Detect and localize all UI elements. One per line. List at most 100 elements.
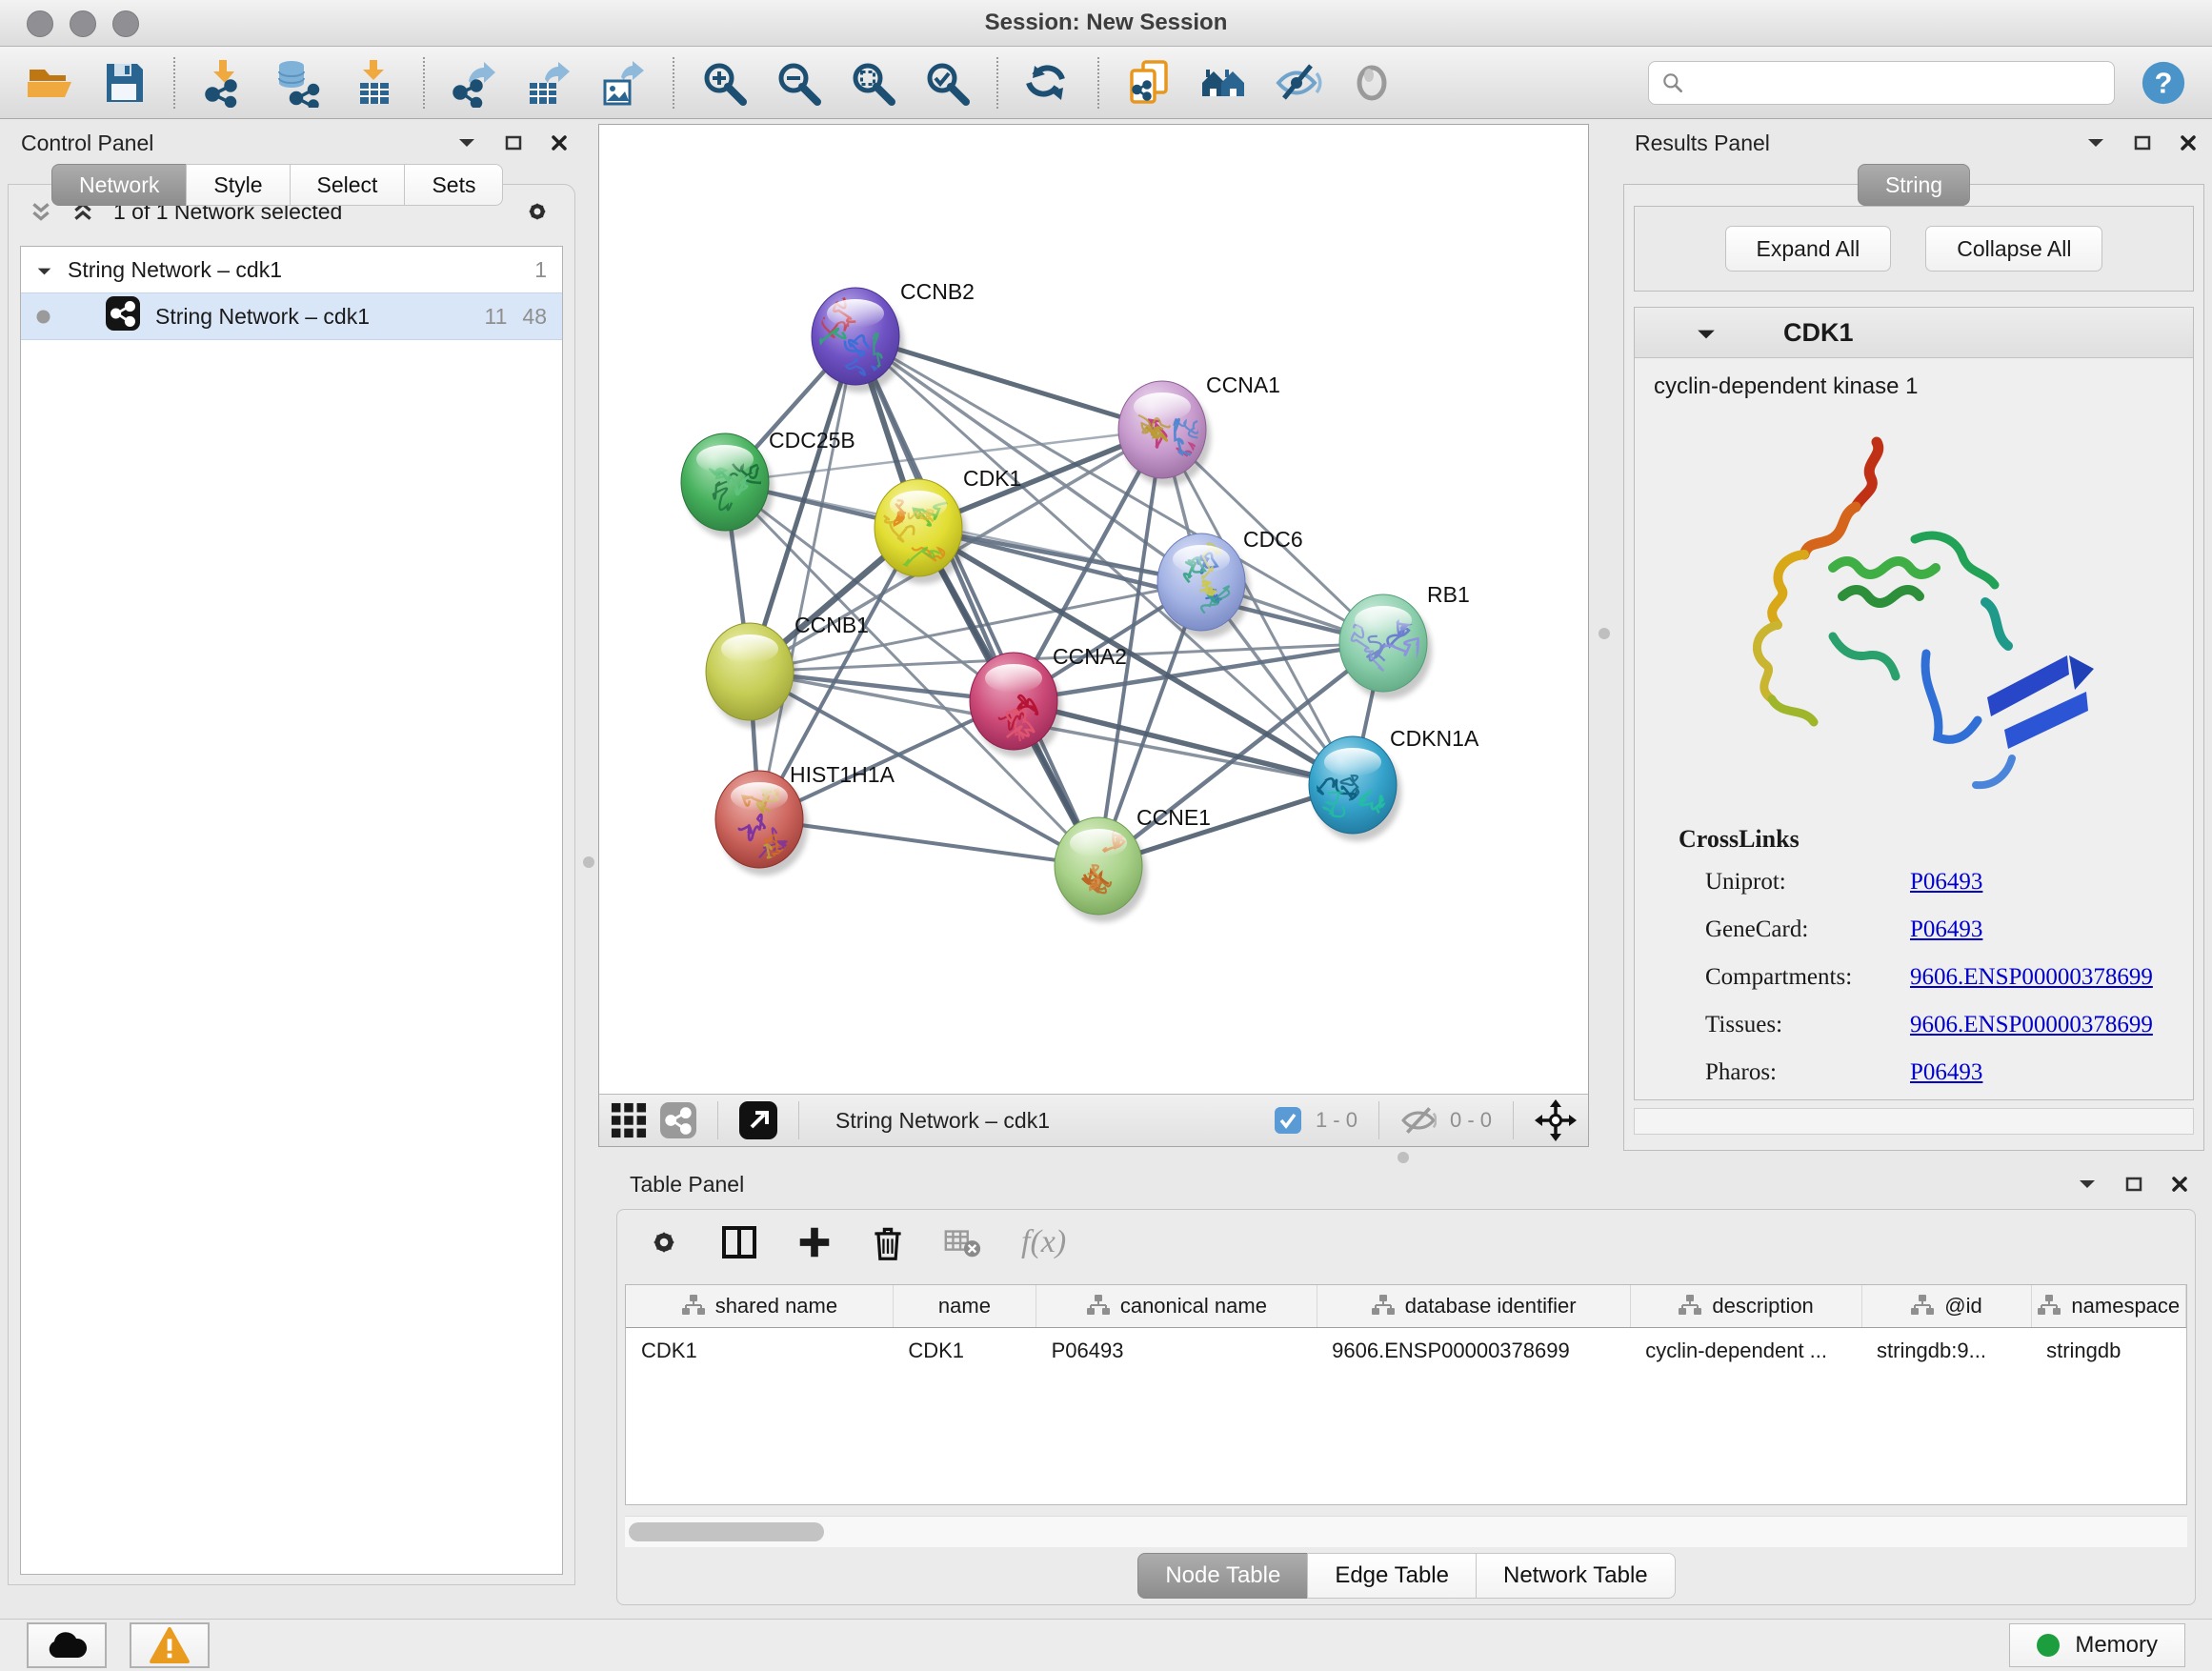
table-scrollbar-thumb[interactable] xyxy=(629,1522,824,1541)
export-table-icon[interactable] xyxy=(524,58,573,108)
hidden-eye-slash-icon[interactable] xyxy=(1400,1105,1437,1136)
column-header-namespace[interactable]: namespace xyxy=(2031,1285,2185,1328)
crosslink-link[interactable]: 9606.ENSP00000378699 xyxy=(1910,1012,2153,1038)
tab-node-table[interactable]: Node Table xyxy=(1137,1553,1308,1599)
settings-gear-icon[interactable] xyxy=(644,1222,684,1262)
table-scrollbar[interactable] xyxy=(625,1516,2187,1547)
export-network-icon[interactable] xyxy=(450,58,499,108)
zoom-fit-icon[interactable] xyxy=(848,58,897,108)
crosslink-link[interactable]: P06493 xyxy=(1910,1059,1982,1086)
column-header--id[interactable]: @id xyxy=(1861,1285,2031,1328)
network-collection-row[interactable]: String Network – cdk1 1 xyxy=(21,247,562,292)
collapse-all-icon[interactable] xyxy=(30,200,52,223)
collection-expand-icon[interactable] xyxy=(36,257,52,283)
column-header-shared-name[interactable]: shared name xyxy=(626,1285,893,1328)
collapse-arrow-icon[interactable] xyxy=(457,137,476,149)
crosslink-label: GeneCard: xyxy=(1705,916,1910,943)
node-CDK1[interactable] xyxy=(872,479,967,584)
node-CCNA1[interactable] xyxy=(1118,381,1211,486)
clear-table-icon[interactable] xyxy=(941,1222,983,1262)
refresh-icon[interactable] xyxy=(1023,58,1073,108)
table-cell[interactable]: stringdb:9... xyxy=(1861,1328,2031,1375)
section-collapse-icon[interactable] xyxy=(1696,318,1717,348)
expand-all-button[interactable]: Expand All xyxy=(1725,226,1892,272)
table-cell[interactable]: P06493 xyxy=(1036,1328,1317,1375)
selected-checkbox-icon[interactable] xyxy=(1274,1106,1302,1135)
edge-CCNB2-HIST1H1A[interactable] xyxy=(759,336,855,819)
zoom-out-icon[interactable] xyxy=(774,58,823,108)
tab-style[interactable]: Style xyxy=(186,164,290,206)
crosslink-link[interactable]: P06493 xyxy=(1910,869,1982,896)
close-panel-icon[interactable] xyxy=(551,134,568,151)
node-CCNA2[interactable] xyxy=(970,653,1062,757)
float-window-icon[interactable] xyxy=(2134,135,2151,151)
open-file-icon[interactable] xyxy=(25,58,74,108)
export-view-icon[interactable] xyxy=(739,1101,777,1139)
birdseye-move-icon[interactable] xyxy=(1535,1099,1577,1141)
results-scrollbar[interactable] xyxy=(1634,1108,2194,1135)
import-database-icon[interactable] xyxy=(274,58,324,108)
node-section-header[interactable]: CDK1 xyxy=(1635,308,2193,358)
export-image-icon[interactable] xyxy=(598,58,648,108)
table-cell[interactable]: CDK1 xyxy=(626,1328,893,1375)
column-header-canonical-name[interactable]: canonical name xyxy=(1036,1285,1317,1328)
node-CDKN1A[interactable] xyxy=(1309,736,1401,841)
copy-network-icon[interactable] xyxy=(1124,58,1174,108)
function-icon[interactable]: f(x) xyxy=(1017,1221,1084,1263)
add-column-icon[interactable] xyxy=(794,1222,835,1262)
save-session-icon[interactable] xyxy=(99,58,149,108)
search-input[interactable] xyxy=(1693,70,2102,96)
column-header-name[interactable]: name xyxy=(893,1285,1036,1328)
column-header-database-identifier[interactable]: database identifier xyxy=(1317,1285,1630,1328)
hide-selected-icon[interactable] xyxy=(1273,58,1322,108)
tab-string[interactable]: String xyxy=(1858,164,1970,206)
grid-view-icon[interactable] xyxy=(611,1102,647,1138)
table-header-row: shared namenamecanonical namedatabase id… xyxy=(626,1285,2186,1328)
options-gear-icon[interactable] xyxy=(521,195,553,228)
bottom-splitter-handle[interactable] xyxy=(1398,1152,1409,1163)
node-CCNE1[interactable] xyxy=(1055,817,1147,922)
delete-column-icon[interactable] xyxy=(869,1222,907,1262)
tab-edge-table[interactable]: Edge Table xyxy=(1307,1553,1477,1599)
memory-button[interactable]: Memory xyxy=(2009,1623,2185,1667)
node-RB1[interactable] xyxy=(1339,594,1432,699)
node-CDC25B[interactable] xyxy=(681,433,774,538)
tab-sets[interactable]: Sets xyxy=(404,164,503,206)
close-panel-icon[interactable] xyxy=(2180,134,2197,151)
cloud-icon[interactable] xyxy=(27,1622,107,1668)
columns-icon[interactable] xyxy=(718,1221,760,1263)
help-icon[interactable]: ? xyxy=(2140,59,2187,107)
table-cell[interactable]: stringdb xyxy=(2031,1328,2185,1375)
tab-network-table[interactable]: Network Table xyxy=(1476,1553,1676,1599)
zoom-in-icon[interactable] xyxy=(699,58,749,108)
table-cell[interactable]: cyclin-dependent ... xyxy=(1630,1328,1861,1375)
zoom-selected-icon[interactable] xyxy=(922,58,972,108)
tab-select[interactable]: Select xyxy=(290,164,406,206)
float-window-icon[interactable] xyxy=(2125,1177,2142,1192)
collapse-arrow-icon[interactable] xyxy=(2086,137,2105,149)
collapse-arrow-icon[interactable] xyxy=(2078,1178,2097,1190)
tab-network[interactable]: Network xyxy=(51,164,187,206)
collapse-all-button[interactable]: Collapse All xyxy=(1925,226,2102,272)
column-header-description[interactable]: description xyxy=(1630,1285,1861,1328)
network-canvas[interactable]: CCNB2CCNA1CDC25BCDK1CDC6RB1CCNB1CCNA2CDK… xyxy=(599,125,1588,1095)
network-row[interactable]: String Network – cdk1 11 48 xyxy=(21,292,562,340)
right-splitter-handle[interactable] xyxy=(1599,628,1610,639)
crosslink-link[interactable]: P06493 xyxy=(1910,916,1982,943)
home-icon[interactable] xyxy=(1198,58,1248,108)
table-row[interactable]: CDK1CDK1P064939606.ENSP00000378699cyclin… xyxy=(626,1328,2186,1375)
show-all-icon[interactable] xyxy=(1347,58,1397,108)
import-table-icon[interactable] xyxy=(349,58,398,108)
table-cell[interactable]: 9606.ENSP00000378699 xyxy=(1317,1328,1630,1375)
import-network-icon[interactable] xyxy=(200,58,250,108)
crosslink-link[interactable]: 9606.ENSP00000378699 xyxy=(1910,964,2153,991)
left-splitter-handle[interactable] xyxy=(583,856,594,868)
share-network-icon[interactable] xyxy=(660,1102,696,1138)
close-panel-icon[interactable] xyxy=(2171,1176,2188,1193)
table-cell[interactable]: CDK1 xyxy=(893,1328,1036,1375)
warning-icon[interactable] xyxy=(130,1622,210,1668)
edge-CCNA2-CDKN1A[interactable] xyxy=(1014,701,1353,785)
float-window-icon[interactable] xyxy=(505,135,522,151)
edge-CCNE1-HIST1H1A[interactable] xyxy=(759,819,1098,866)
search-field[interactable] xyxy=(1648,61,2115,105)
